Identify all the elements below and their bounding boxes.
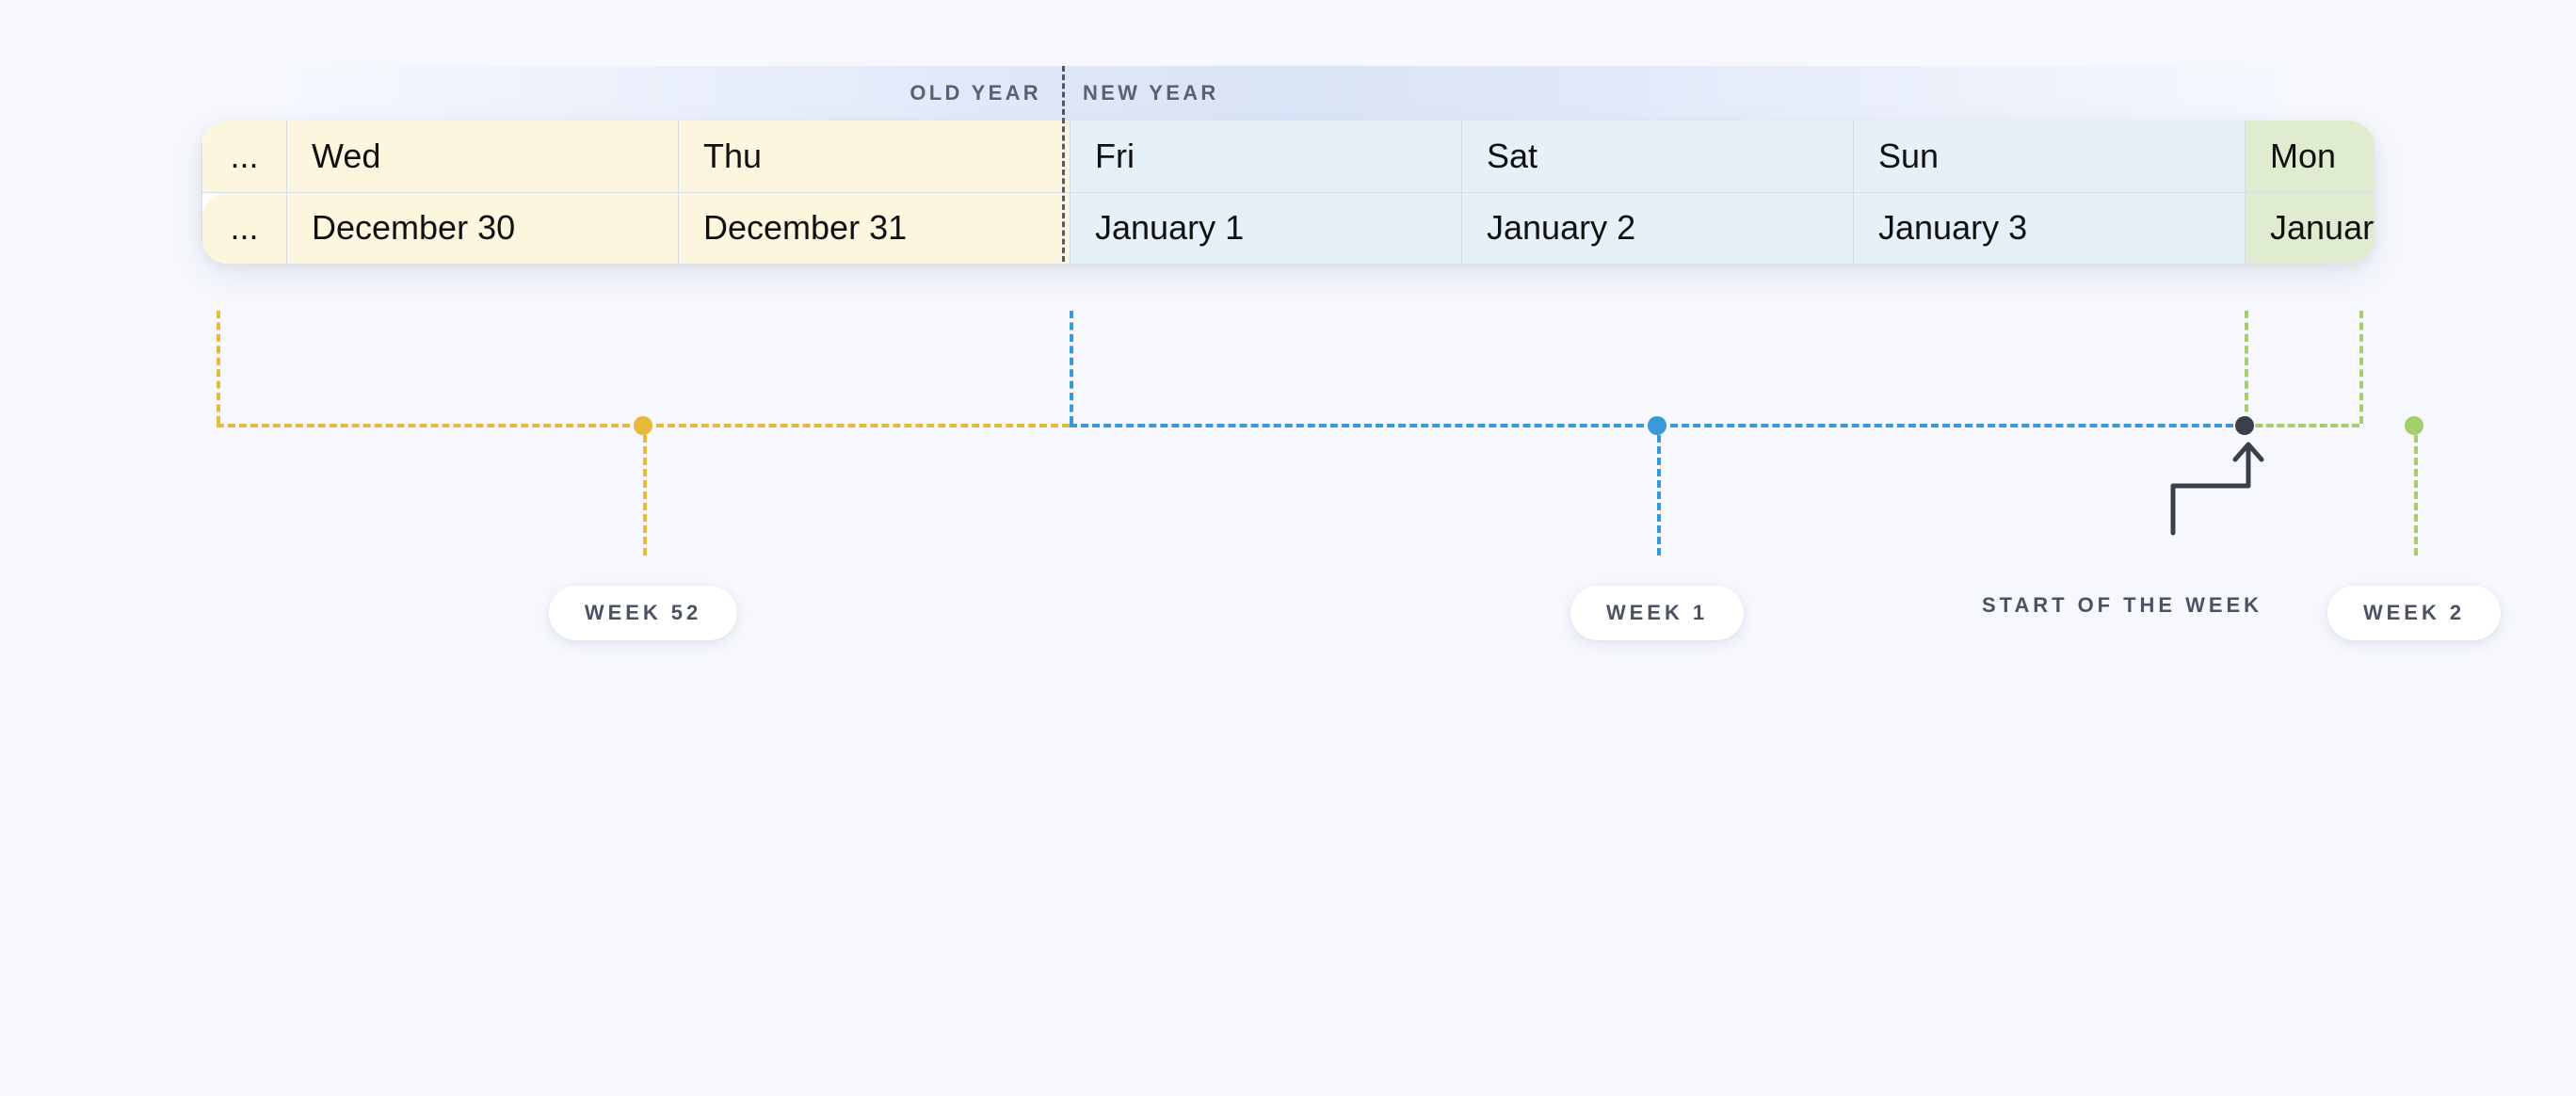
date-cell: December 30 bbox=[287, 192, 679, 264]
dow-cell: Sat bbox=[1462, 121, 1854, 192]
start-of-week-label: START OF THE WEEK bbox=[1982, 593, 2262, 618]
dot-week-1 bbox=[1648, 416, 1666, 435]
dow-cell: Wed bbox=[287, 121, 679, 192]
arrow-icon bbox=[2154, 429, 2267, 542]
date-cell: January 3 bbox=[1854, 192, 2246, 264]
bracket-layer: WEEK 52 WEEK 1 WEEK 2 ST bbox=[201, 311, 2375, 744]
date-cell: January 2 bbox=[1462, 192, 1854, 264]
dot-start-of-week bbox=[2235, 416, 2254, 435]
left-ellipsis: ... bbox=[202, 121, 287, 192]
calendar-row-weekday: ... Wed Thu Fri Sat Sun Mon ... bbox=[202, 121, 2375, 192]
diagram-stage: OLD YEAR NEW YEAR ... Wed Thu Fri Sat Su… bbox=[186, 66, 2390, 264]
dow-cell: Mon bbox=[2246, 121, 2375, 192]
date-cell: January 4 bbox=[2246, 192, 2375, 264]
old-year-label: OLD YEAR bbox=[910, 81, 1041, 105]
year-header: OLD YEAR NEW YEAR bbox=[271, 66, 2305, 121]
date-cell: December 31 bbox=[679, 192, 1071, 264]
dow-cell: Sun bbox=[1854, 121, 2246, 192]
year-divider-line bbox=[1062, 66, 1065, 262]
left-ellipsis: ... bbox=[202, 192, 287, 264]
dow-cell: Thu bbox=[679, 121, 1071, 192]
calendar-row-date: ... December 30 December 31 January 1 Ja… bbox=[202, 192, 2375, 264]
dow-cell: Fri bbox=[1071, 121, 1462, 192]
pill-week-1: WEEK 1 bbox=[1570, 586, 1744, 640]
dot-week-2 bbox=[2405, 416, 2423, 435]
pill-week-2: WEEK 2 bbox=[2327, 586, 2501, 640]
calendar-table: ... Wed Thu Fri Sat Sun Mon ... ... Dece… bbox=[201, 121, 2375, 264]
pill-week-52: WEEK 52 bbox=[549, 586, 737, 640]
date-cell: January 1 bbox=[1071, 192, 1462, 264]
new-year-label: NEW YEAR bbox=[1083, 81, 1219, 105]
year-header-gradient bbox=[271, 66, 2305, 121]
dot-week-52 bbox=[634, 416, 652, 435]
